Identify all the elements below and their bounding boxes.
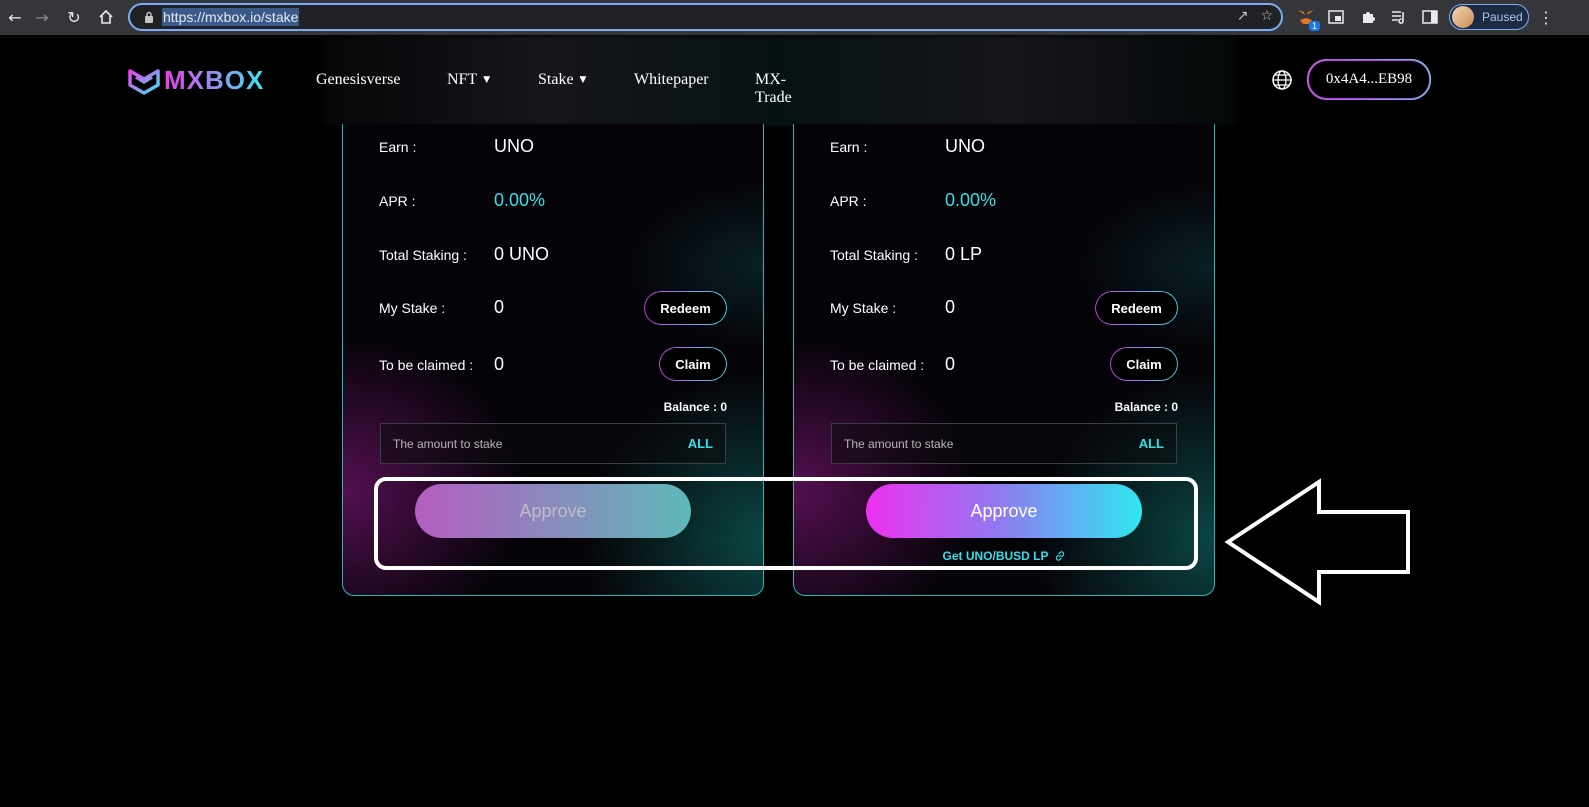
to-be-claimed-label: To be claimed : <box>830 356 925 373</box>
nav-label: Stake <box>538 71 574 88</box>
total-staking-label: Total Staking : <box>379 246 467 263</box>
bookmark-star-icon[interactable]: ☆ <box>1260 8 1273 24</box>
caret-down-icon: ▼ <box>483 75 491 85</box>
redeem-label: Redeem <box>660 300 711 316</box>
amount-placeholder: The amount to stake <box>844 436 954 451</box>
redeem-button[interactable]: Redeem <box>1095 291 1178 325</box>
earn-row: Earn : UNO <box>379 136 727 157</box>
browser-menu-icon[interactable]: ⋮ <box>1534 5 1558 29</box>
total-staking-value: 0 UNO <box>494 244 550 264</box>
nav-genesisverse[interactable]: Genesisverse <box>316 71 400 89</box>
avatar <box>1452 6 1474 28</box>
nav-label: MX-Trade <box>755 71 792 106</box>
total-staking-value: 0 LP <box>945 244 983 264</box>
redeem-label: Redeem <box>1111 300 1162 316</box>
extension-badge: 1 <box>1308 21 1320 31</box>
reload-icon[interactable]: ↻ <box>59 2 89 32</box>
site-logo[interactable]: MXBOX <box>128 65 264 96</box>
to-be-claimed-value: 0 <box>945 354 956 374</box>
amount-placeholder: The amount to stake <box>393 436 503 451</box>
wallet-address: 0x4A4...EB98 <box>1325 71 1413 87</box>
picture-in-picture-icon[interactable] <box>1324 5 1348 29</box>
total-staking-row: Total Staking : 0 UNO <box>379 244 727 265</box>
apr-label: APR : <box>379 192 416 209</box>
claim-label: Claim <box>675 356 711 372</box>
caret-down-icon: ▼ <box>579 75 587 85</box>
redeem-button[interactable]: Redeem <box>644 291 727 325</box>
profile-button[interactable]: Paused <box>1449 4 1529 30</box>
my-stake-value: 0 <box>945 297 956 317</box>
home-icon[interactable] <box>91 2 121 32</box>
nav-mx-trade[interactable]: MX-Trade <box>755 71 792 107</box>
nav-label: NFT <box>447 71 478 88</box>
address-bar[interactable]: https://mxbox.io/stake ↗ ☆ <box>128 3 1283 31</box>
forward-icon[interactable]: → <box>27 2 57 32</box>
total-staking-label: Total Staking : <box>830 246 918 263</box>
nav-stake[interactable]: Stake ▼ <box>538 71 586 89</box>
nav-whitepaper[interactable]: Whitepaper <box>634 71 709 89</box>
my-stake-value: 0 <box>494 297 505 317</box>
url-text[interactable]: https://mxbox.io/stake <box>162 8 300 26</box>
lock-icon <box>142 10 156 24</box>
claim-button[interactable]: Claim <box>1110 347 1178 381</box>
balance-text: Balance : 0 <box>663 400 727 414</box>
claim-label: Claim <box>1126 356 1162 372</box>
my-stake-label: My Stake : <box>379 299 446 316</box>
earn-value: UNO <box>945 136 985 156</box>
to-be-claimed-label: To be claimed : <box>379 356 474 373</box>
share-icon[interactable]: ↗ <box>1237 8 1249 24</box>
logo-text: MXBOX <box>164 65 265 95</box>
back-icon[interactable]: ← <box>0 2 30 32</box>
extensions-puzzle-icon[interactable] <box>1356 5 1380 29</box>
earn-row: Earn : UNO <box>830 136 1178 157</box>
all-button[interactable]: ALL <box>688 436 713 451</box>
apr-value: 0.00% <box>494 190 546 210</box>
total-staking-row: Total Staking : 0 LP <box>830 244 1178 265</box>
nav-label: Genesisverse <box>316 71 401 88</box>
nav-label: Whitepaper <box>634 71 709 88</box>
metamask-extension-icon[interactable]: 1 <box>1294 5 1320 31</box>
my-stake-label: My Stake : <box>830 299 897 316</box>
earn-value: UNO <box>494 136 534 156</box>
to-be-claimed-value: 0 <box>494 354 505 374</box>
stake-amount-input[interactable]: The amount to stake ALL <box>831 423 1177 464</box>
apr-row: APR : 0.00% <box>830 190 1178 211</box>
stake-amount-input[interactable]: The amount to stake ALL <box>380 423 726 464</box>
nav-nft[interactable]: NFT ▼ <box>447 71 490 89</box>
earn-label: Earn : <box>379 138 417 155</box>
wallet-address-button[interactable]: 0x4A4...EB98 <box>1307 59 1431 100</box>
all-button[interactable]: ALL <box>1139 436 1164 451</box>
left-arrow-icon <box>1224 478 1410 606</box>
claim-button[interactable]: Claim <box>659 347 727 381</box>
profile-status: Paused <box>1482 10 1523 24</box>
balance-text: Balance : 0 <box>1114 400 1178 414</box>
earn-label: Earn : <box>830 138 868 155</box>
apr-row: APR : 0.00% <box>379 190 727 211</box>
apr-value: 0.00% <box>945 190 997 210</box>
mxbox-logo-icon <box>128 68 160 95</box>
media-controls-icon[interactable] <box>1387 5 1411 29</box>
apr-label: APR : <box>830 192 867 209</box>
highlight-box <box>374 477 1198 570</box>
side-panel-icon[interactable] <box>1418 5 1442 29</box>
globe-language-icon[interactable] <box>1271 69 1293 91</box>
browser-toolbar: ← → ↻ https://mxbox.io/stake ↗ ☆ 1 Pause… <box>0 0 1589 35</box>
